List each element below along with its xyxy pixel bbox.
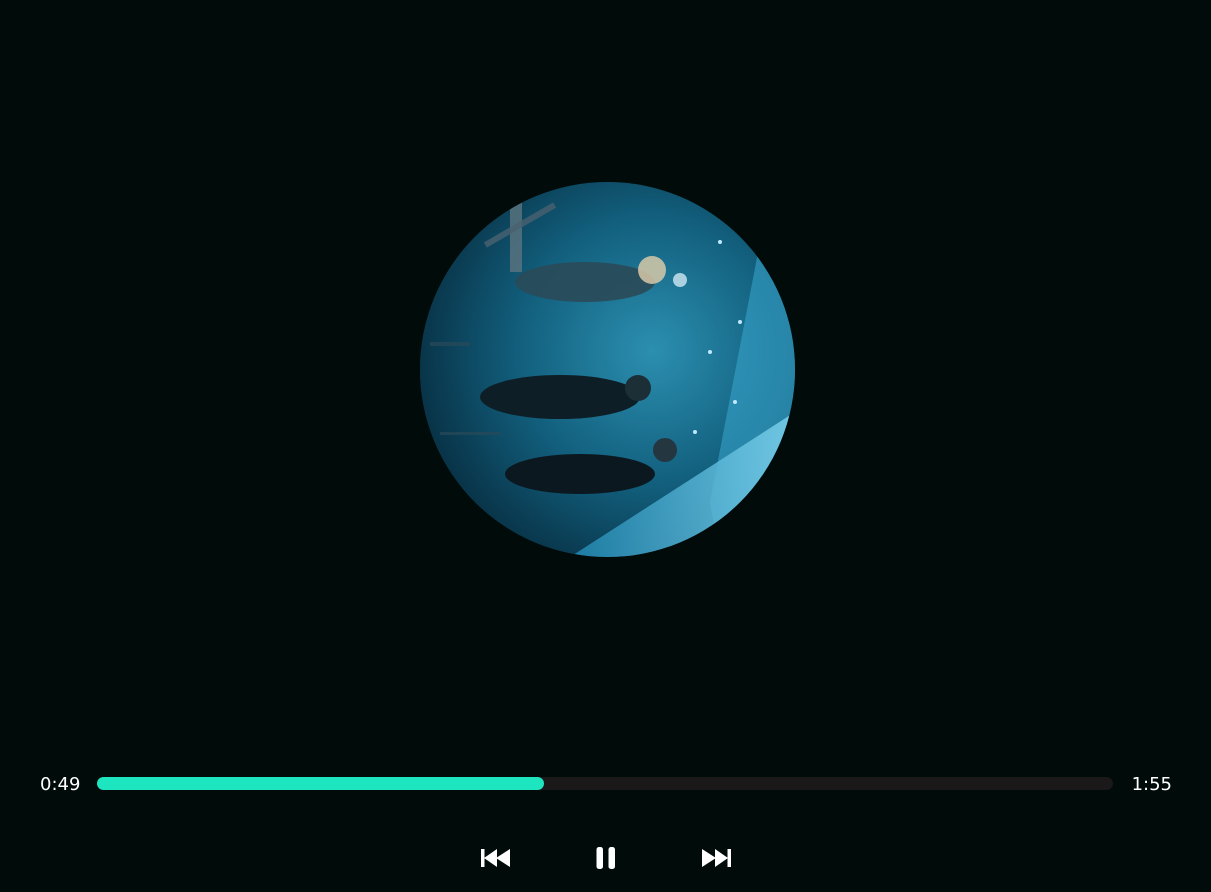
current-time: 0:49 bbox=[40, 774, 81, 795]
skip-previous-icon bbox=[480, 848, 512, 868]
skip-next-icon bbox=[700, 848, 732, 868]
next-button[interactable] bbox=[696, 838, 736, 878]
pause-icon bbox=[595, 846, 617, 870]
previous-button[interactable] bbox=[476, 838, 516, 878]
album-art-image bbox=[420, 182, 795, 557]
music-player: 0:49 1:55 bbox=[0, 0, 1211, 892]
progress-bar[interactable] bbox=[97, 777, 1113, 790]
total-time: 1:55 bbox=[1131, 774, 1172, 795]
pause-button[interactable] bbox=[586, 838, 626, 878]
playback-controls bbox=[0, 838, 1211, 878]
progress-fill bbox=[97, 777, 545, 790]
